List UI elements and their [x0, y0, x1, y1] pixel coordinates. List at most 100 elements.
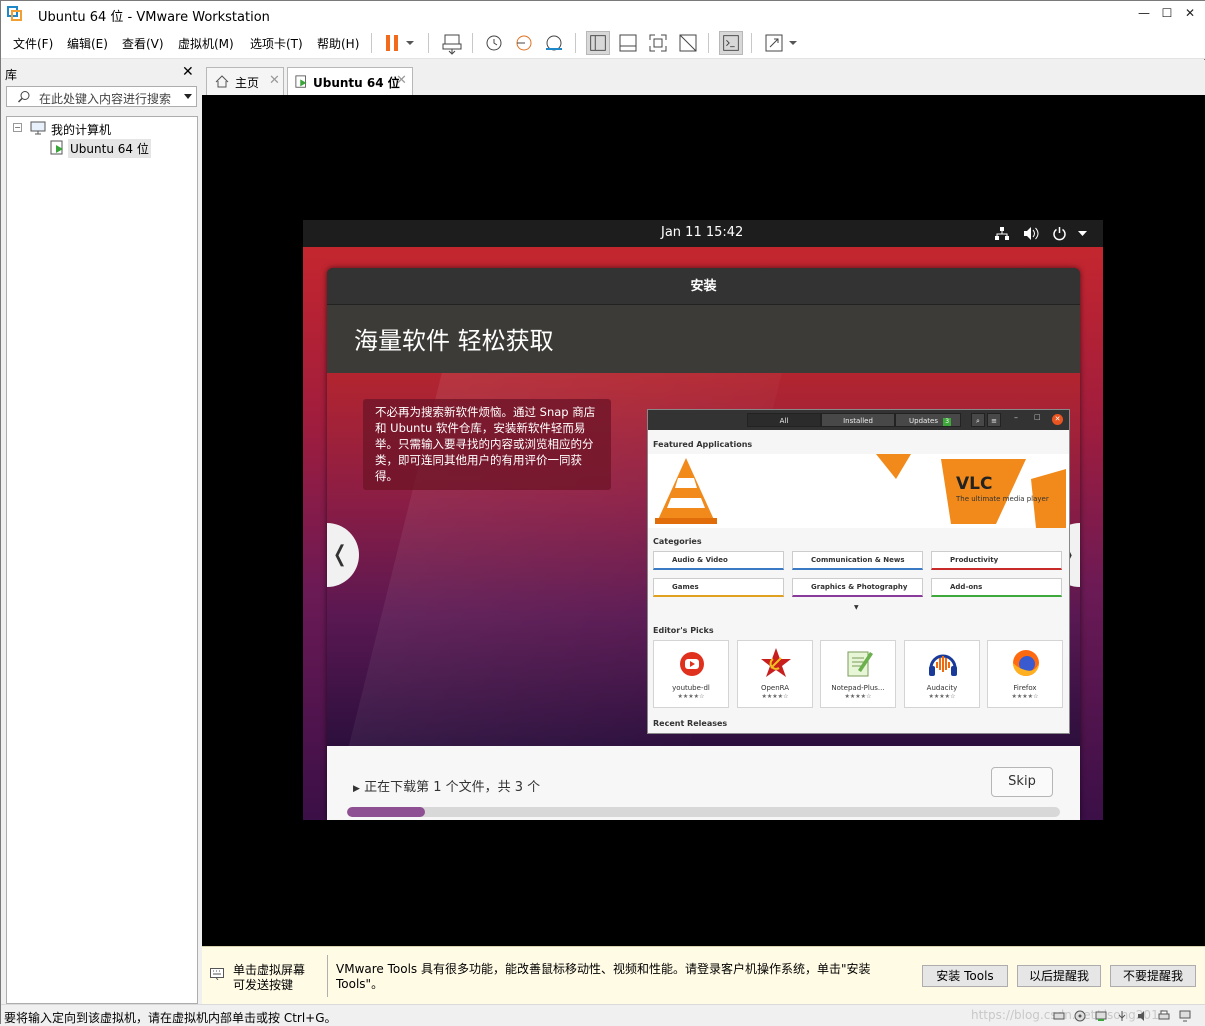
- pick-firefox: Firefox ★★★★☆: [987, 640, 1063, 708]
- never-remind-button[interactable]: 不要提醒我: [1110, 965, 1196, 987]
- close-tab-icon[interactable]: ✕: [269, 73, 280, 88]
- menu-edit[interactable]: 编辑(E): [67, 35, 108, 52]
- toolbar-separator: [575, 33, 576, 53]
- audacity-icon: [929, 654, 957, 676]
- keyboard-icon: [210, 968, 224, 980]
- pick-stars: ★★★★☆: [761, 693, 789, 700]
- toolbar-separator: [472, 33, 473, 53]
- vlc-title: VLC: [956, 474, 993, 494]
- unity-mode-icon[interactable]: [676, 31, 700, 55]
- toolbar-separator: [428, 33, 429, 53]
- minimize-button[interactable]: —: [1135, 5, 1153, 21]
- firefox-icon: [1013, 650, 1039, 676]
- pick-name: Audacity: [926, 684, 958, 692]
- snapshot-icon[interactable]: [482, 31, 506, 55]
- skip-button[interactable]: Skip: [991, 767, 1053, 797]
- tab-home-label: 主页: [235, 76, 260, 90]
- library-panel: 库 ✕ 在此处键入内容进行搜索 − 我的计算机 Ubuntu 64 位: [1, 60, 202, 1004]
- menu-vm[interactable]: 虚拟机(M): [178, 35, 234, 52]
- cd-drive-icon[interactable]: [1074, 1010, 1086, 1022]
- show-library-icon[interactable]: [586, 31, 610, 55]
- category-games: Games: [653, 578, 784, 597]
- maximize-button[interactable]: ☐: [1158, 5, 1176, 21]
- tree-item-my-computer[interactable]: 我的计算机: [51, 121, 111, 138]
- pause-icon[interactable]: [381, 31, 405, 55]
- tab-ubuntu[interactable]: Ubuntu 64 位 ✕: [287, 67, 413, 95]
- editors-picks-label: Editor's Picks: [653, 626, 714, 635]
- network-adapter-icon[interactable]: [1095, 1010, 1107, 1022]
- display-icon[interactable]: [1179, 1010, 1191, 1022]
- vm-running-icon: [295, 75, 307, 88]
- installer-footer: ▶ 正在下载第 1 个文件，共 3 个 Skip: [327, 746, 1080, 820]
- power-icon[interactable]: [1052, 226, 1067, 241]
- chevron-down-icon[interactable]: [786, 31, 800, 55]
- tree-collapse-icon[interactable]: −: [13, 123, 22, 132]
- library-search-input[interactable]: 在此处键入内容进行搜索: [6, 86, 197, 107]
- menu-help[interactable]: 帮助(H): [317, 35, 359, 52]
- prev-slide-button[interactable]: ❬: [327, 523, 359, 587]
- clock[interactable]: Jan 11 15:42: [661, 225, 743, 240]
- category-productivity: Productivity: [931, 551, 1062, 570]
- minimize-icon: –: [1014, 413, 1018, 422]
- tab-home[interactable]: 主页 ✕: [206, 67, 284, 95]
- pick-stars: ★★★★☆: [1011, 693, 1039, 700]
- updates-badge: 3: [943, 418, 952, 426]
- segment-updates: Updates 3: [895, 413, 961, 427]
- menu-file[interactable]: 文件(F): [13, 35, 53, 52]
- title-bar: Ubuntu 64 位 - VMware Workstation — ☐ ✕: [1, 1, 1205, 27]
- category-graphics: Graphics & Photography: [792, 578, 923, 597]
- openra-icon: [761, 648, 791, 677]
- library-header: 库: [5, 68, 18, 82]
- search-icon: [17, 91, 30, 103]
- vmware-app-icon: [7, 6, 22, 21]
- chevron-down-icon[interactable]: [183, 93, 193, 101]
- revert-snapshot-icon[interactable]: [512, 31, 536, 55]
- vm-console[interactable]: Jan 11 15:42 安装 海量软件 轻松获取 不必再为搜索新软件烦恼。通过…: [202, 95, 1205, 946]
- window-title: Ubuntu 64 位 - VMware Workstation: [38, 10, 270, 25]
- volume-icon[interactable]: [1023, 226, 1040, 241]
- ubuntu-screen[interactable]: Jan 11 15:42 安装 海量软件 轻松获取 不必再为搜索新软件烦恼。通过…: [303, 220, 1103, 820]
- vlc-cone-icon: [655, 458, 717, 524]
- sound-card-icon[interactable]: [1137, 1010, 1149, 1022]
- vlc-subtitle: The ultimate media player: [956, 495, 1049, 503]
- install-tools-button[interactable]: 安装 Tools: [922, 965, 1008, 987]
- chevron-down-icon[interactable]: [1077, 230, 1088, 238]
- expander-icon[interactable]: ▶: [353, 784, 360, 794]
- pick-name: Firefox: [1013, 684, 1037, 692]
- menu-tabs[interactable]: 选项卡(T): [250, 35, 303, 52]
- segment-all: All: [747, 413, 821, 427]
- tree-item-ubuntu[interactable]: Ubuntu 64 位: [68, 139, 151, 158]
- status-bar: 要将输入定向到该虚拟机，请在虚拟机内部单击或按 Ctrl+G。 https://…: [1, 1004, 1205, 1025]
- pick-stars: ★★★★☆: [677, 693, 705, 700]
- close-window-button[interactable]: ✕: [1181, 5, 1199, 21]
- thumbnail-bar-icon[interactable]: [616, 31, 640, 55]
- recent-releases-label: Recent Releases: [653, 719, 728, 728]
- vmware-tools-notice: 单击虚拟屏幕 可发送按键 VMware Tools 具有很多功能，能改善鼠标移动…: [202, 946, 1205, 1004]
- vmware-window: Ubuntu 64 位 - VMware Workstation — ☐ ✕ 文…: [0, 0, 1205, 1025]
- fullscreen-icon[interactable]: [646, 31, 670, 55]
- network-icon[interactable]: [994, 226, 1010, 241]
- console-view-icon[interactable]: [719, 31, 743, 55]
- stretch-guest-icon[interactable]: [762, 31, 786, 55]
- usb-icon[interactable]: [1116, 1010, 1128, 1022]
- download-status-text: 正在下载第 1 个文件，共 3 个: [364, 780, 541, 795]
- download-status[interactable]: ▶ 正在下载第 1 个文件，共 3 个: [353, 776, 540, 795]
- tab-bar: 主页 ✕ Ubuntu 64 位 ✕: [202, 60, 1205, 95]
- slideshow: 不必再为搜索新软件烦恼。通过 Snap 商店和 Ubuntu 软件仓库，安装新软…: [327, 373, 1080, 746]
- search-icon: ⌕: [971, 413, 985, 427]
- close-library-icon[interactable]: ✕: [182, 64, 194, 80]
- printer-icon[interactable]: [1158, 1010, 1170, 1022]
- menu-icon: ≡: [987, 413, 1001, 427]
- remind-later-button[interactable]: 以后提醒我: [1017, 965, 1101, 987]
- send-keys-icon[interactable]: [440, 31, 464, 55]
- menu-view[interactable]: 查看(V): [122, 35, 164, 52]
- pick-name: youtube-dl: [672, 684, 710, 692]
- pick-stars: ★★★★☆: [844, 693, 872, 700]
- snapshot-manager-icon[interactable]: [542, 31, 566, 55]
- vm-running-icon: [50, 140, 63, 155]
- close-tab-icon[interactable]: ✕: [396, 73, 407, 88]
- chevron-down-icon: ▼: [854, 604, 859, 611]
- hard-disk-icon[interactable]: [1053, 1010, 1065, 1022]
- chevron-down-icon[interactable]: [403, 31, 417, 55]
- maximize-icon: □: [1034, 413, 1041, 421]
